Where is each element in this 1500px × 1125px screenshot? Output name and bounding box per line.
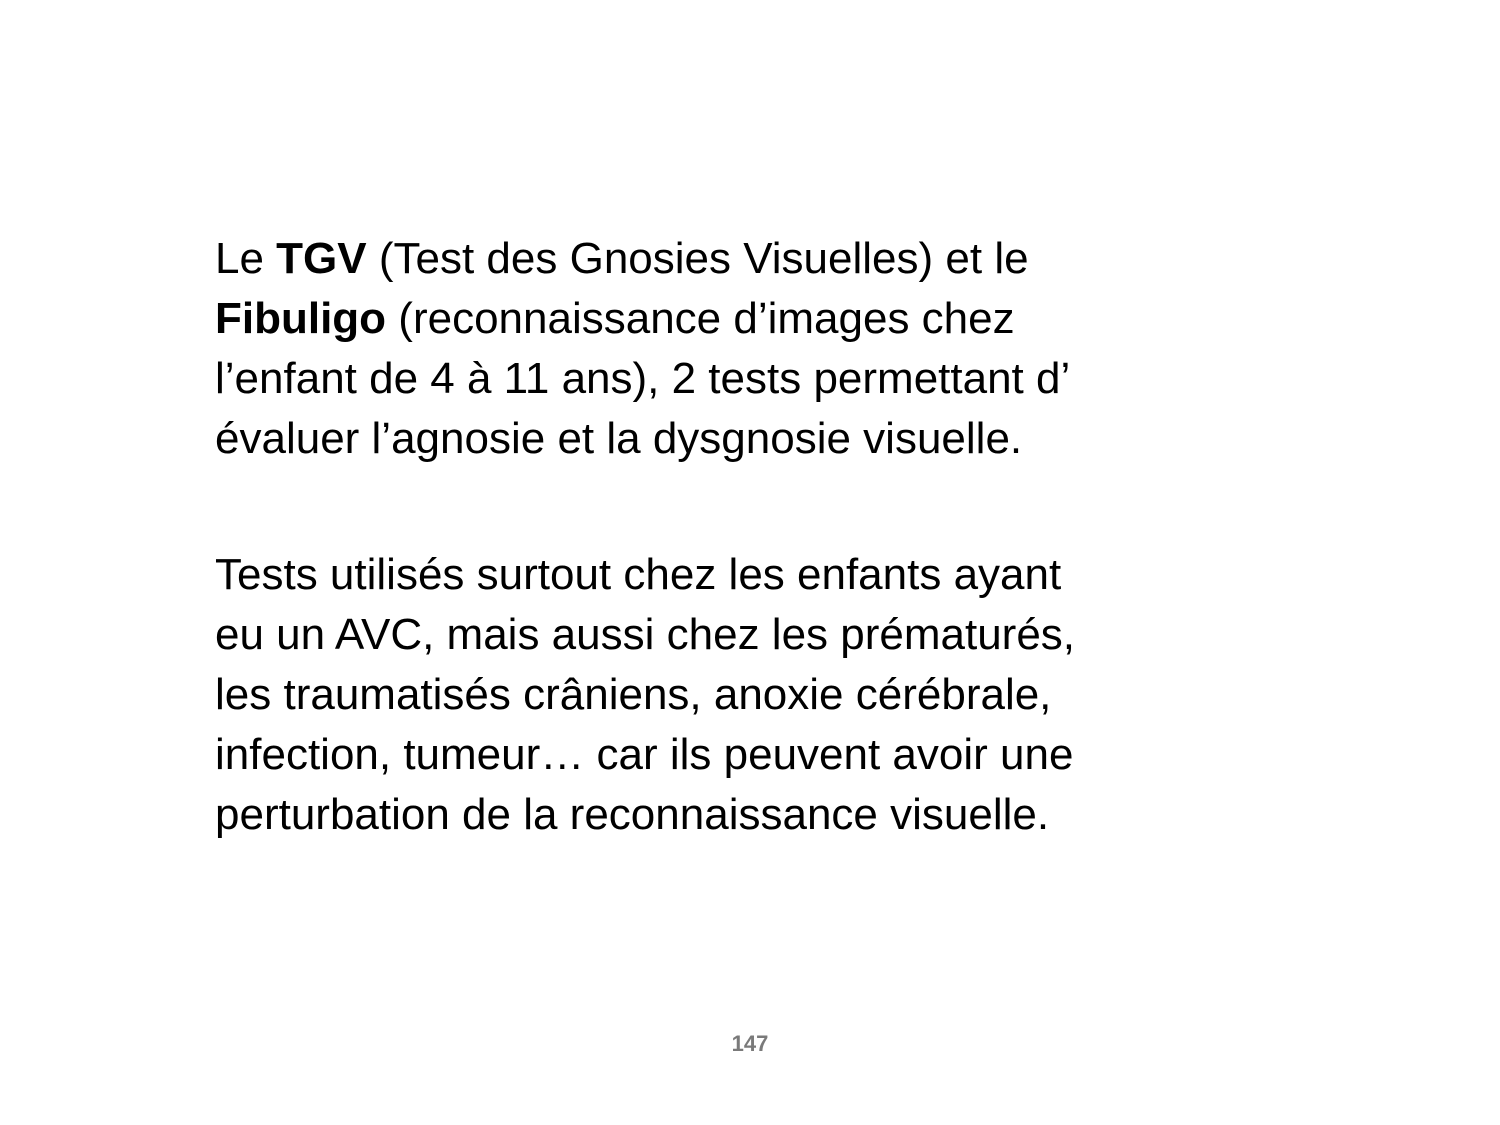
paragraph-usage: Tests utilisés surtout chez les enfants …: [215, 545, 1275, 845]
text-segment: Le: [215, 234, 277, 283]
paragraph2-line-5: perturbation de la reconnaissance visuel…: [215, 790, 1050, 839]
text-segment: (Test des Gnosies Visuelles) et le: [366, 234, 1029, 283]
paragraph2-line-1: Tests utilisés surtout chez les enfants …: [215, 550, 1062, 599]
slide: Le TGV (Test des Gnosies Visuelles) et l…: [0, 0, 1500, 1125]
paragraph-tests-description: Le TGV (Test des Gnosies Visuelles) et l…: [215, 229, 1275, 469]
paragraph1-line-4: évaluer l’agnosie et la dysgnosie visuel…: [215, 414, 1023, 463]
page-number: 147: [731, 1031, 769, 1056]
paragraph2-line-2: eu un AVC, mais aussi chez les prématuré…: [215, 610, 1076, 659]
paragraph1-line-1: Le TGV (Test des Gnosies Visuelles) et l…: [215, 229, 1275, 289]
paragraph1-line-3: l’enfant de 4 à 11 ans), 2 tests permett…: [215, 354, 1071, 403]
paragraph2-line-4: infection, tumeur… car ils peuvent avoir…: [215, 730, 1074, 779]
paragraph1-line-2: Fibuligo (reconnaissance d’images chez: [215, 289, 1275, 349]
slide-body: Le TGV (Test des Gnosies Visuelles) et l…: [215, 229, 1275, 845]
text-segment: (reconnaissance d’images chez: [386, 294, 1015, 343]
paragraph2-line-3: les traumatisés crâniens, anoxie cérébra…: [215, 670, 1052, 719]
fibuligo-term: Fibuligo: [215, 294, 387, 343]
tgv-term: TGV: [276, 234, 367, 283]
